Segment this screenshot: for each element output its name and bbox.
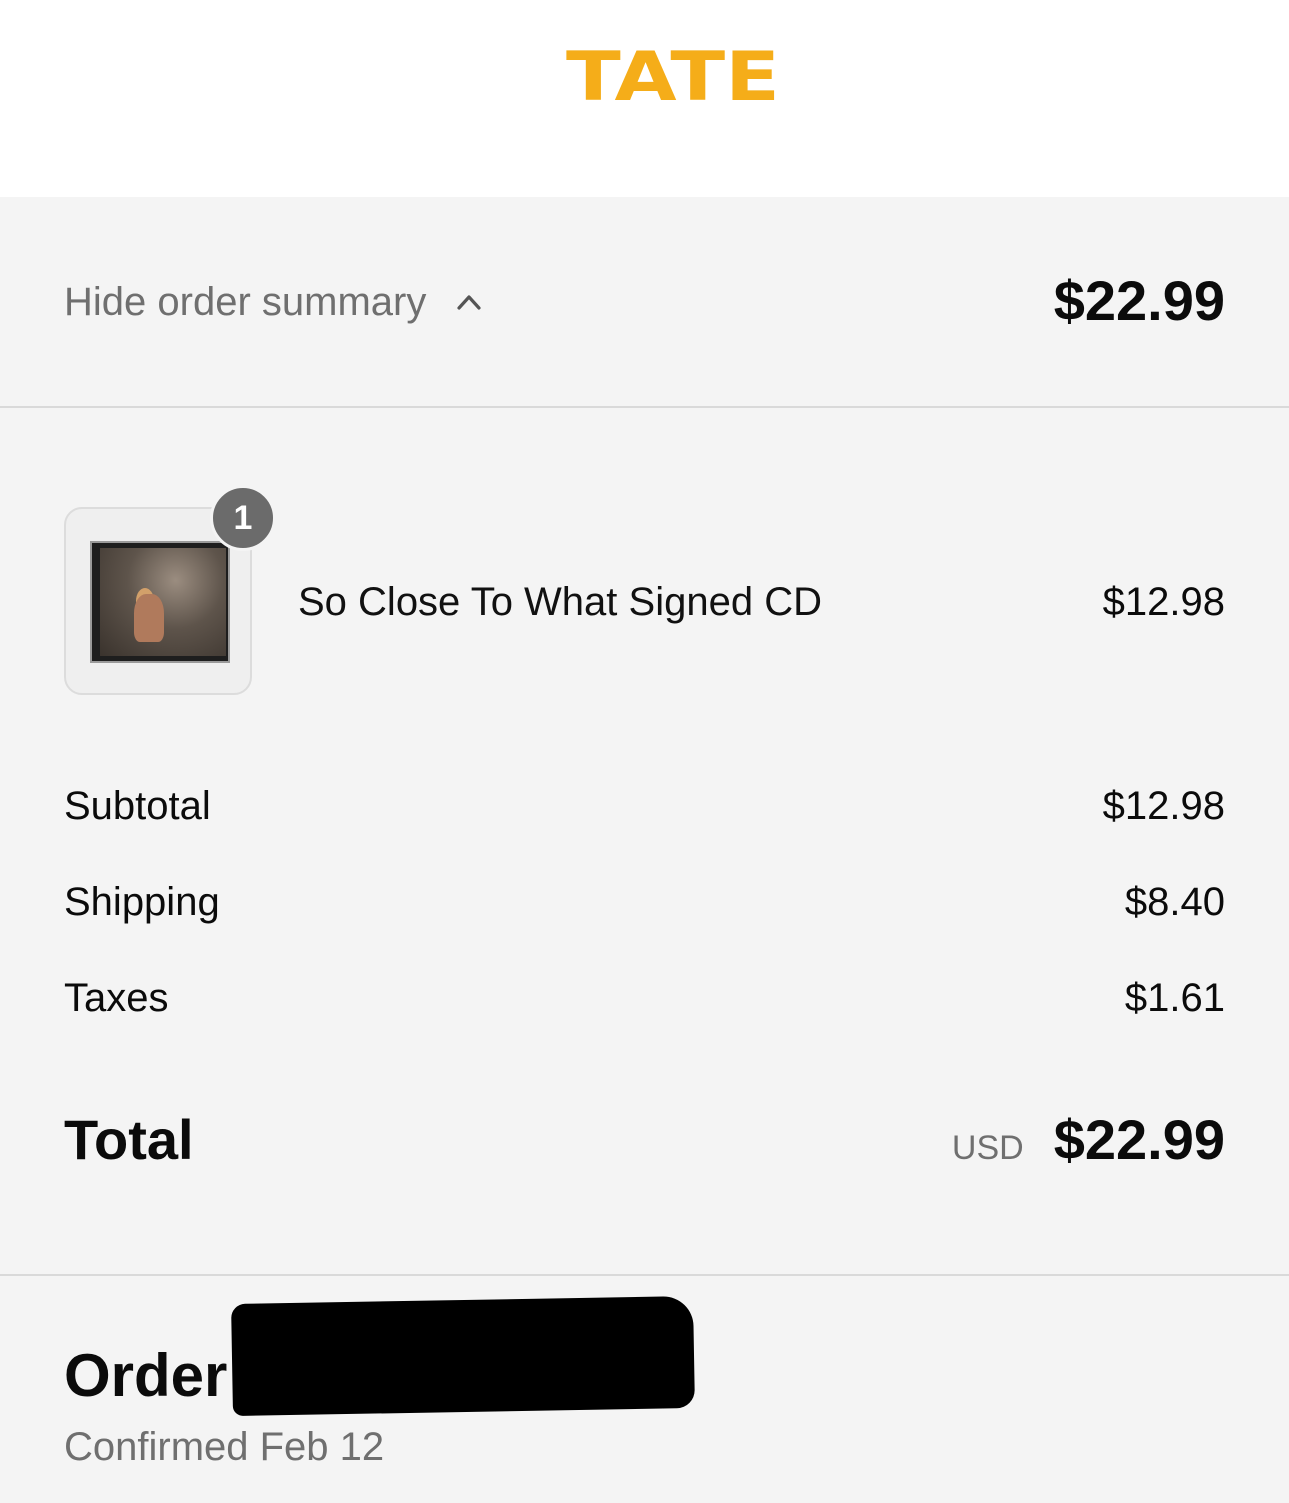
order-summary-toggle-row: Hide order summary $22.99 bbox=[0, 197, 1289, 407]
order-title: Order bbox=[64, 1342, 228, 1409]
total-row: Total USD $22.99 bbox=[64, 1104, 1225, 1174]
summary-total: $22.99 bbox=[1053, 269, 1225, 332]
redaction-mark bbox=[231, 1295, 695, 1417]
hide-order-summary-button[interactable]: Hide order summary bbox=[64, 277, 484, 327]
taxes-value: $1.61 bbox=[1124, 975, 1225, 1020]
divider bbox=[0, 1274, 1289, 1276]
hide-order-summary-label: Hide order summary bbox=[64, 280, 427, 324]
subtotal-value: $12.98 bbox=[1102, 783, 1225, 828]
header: TATE bbox=[0, 0, 1289, 197]
divider bbox=[0, 406, 1289, 408]
line-item: 1 So Close To What Signed CD $12.98 bbox=[0, 485, 1289, 715]
quantity-badge: 1 bbox=[210, 485, 276, 551]
tate-logo[interactable]: TATE bbox=[534, 44, 812, 112]
shipping-label: Shipping bbox=[64, 879, 220, 924]
subtotal-label: Subtotal bbox=[64, 783, 211, 828]
taxes-label: Taxes bbox=[64, 975, 169, 1020]
shipping-row: Shipping $8.40 bbox=[64, 877, 1225, 927]
item-name: So Close To What Signed CD bbox=[298, 580, 822, 624]
currency-code: USD bbox=[951, 1128, 1024, 1167]
shipping-value: $8.40 bbox=[1124, 879, 1225, 924]
total-label: Total bbox=[64, 1107, 194, 1171]
taxes-row: Taxes $1.61 bbox=[64, 973, 1225, 1023]
total-amount: $22.99 bbox=[1053, 1107, 1225, 1171]
cd-image bbox=[90, 541, 230, 663]
item-price: $12.98 bbox=[1102, 580, 1225, 624]
order-confirmed-date: Confirmed Feb 12 bbox=[64, 1425, 385, 1469]
subtotal-row: Subtotal $12.98 bbox=[64, 781, 1225, 831]
chevron-up-icon bbox=[457, 295, 481, 310]
total-value-group: USD $22.99 bbox=[952, 1107, 1225, 1172]
